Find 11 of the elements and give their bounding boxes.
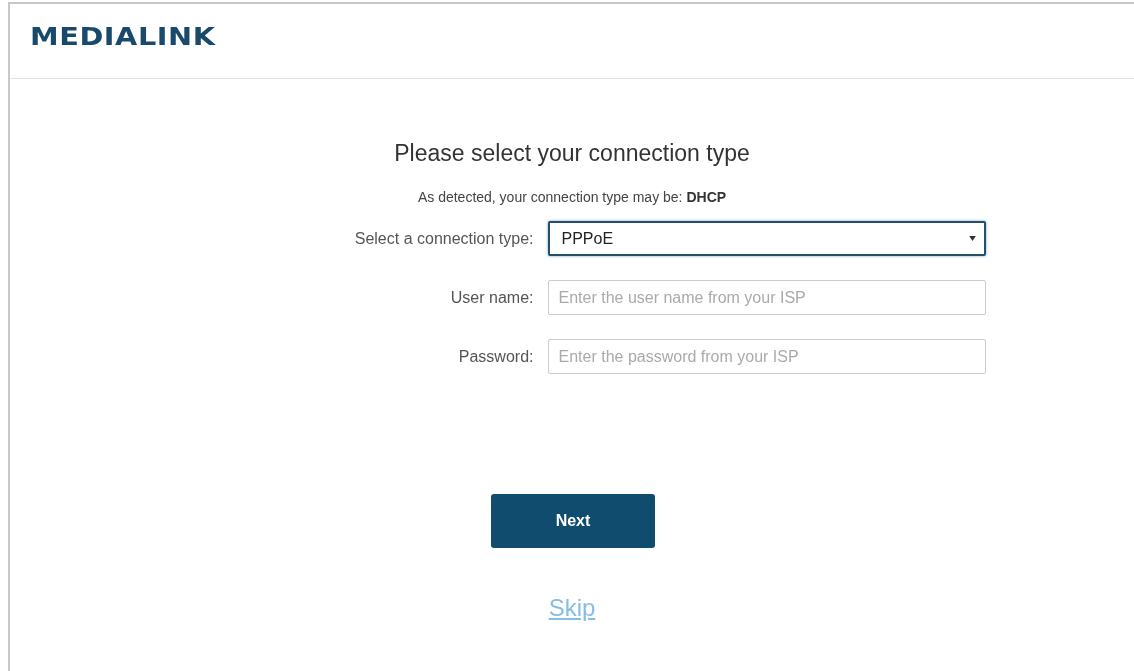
detected-type-text: As detected, your connection type may be: DHCP — [417, 189, 727, 205]
connection-type-dropdown[interactable]: PPPoE — [547, 221, 986, 256]
medialink-logo: MEDIALINK — [30, 21, 216, 51]
input-field[interactable]: Enter the user name from your ISP — [547, 280, 986, 315]
next-button[interactable]: Next — [491, 494, 655, 548]
page-title: Please select your connection type — [394, 140, 750, 167]
caret-icon — [968, 236, 976, 241]
input-field[interactable]: Enter the password from your ISP — [547, 339, 986, 374]
field-label: User name: — [449, 288, 535, 307]
field-label: Select a connection type: — [353, 229, 535, 248]
field-label: Password: — [457, 347, 535, 366]
